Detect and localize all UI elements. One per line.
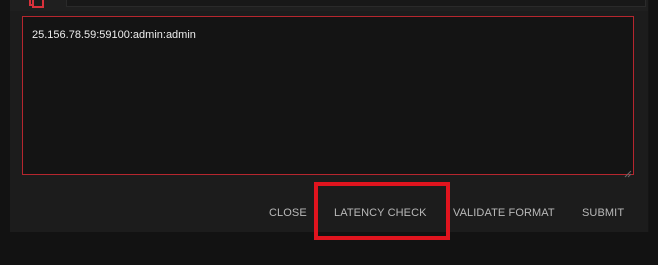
close-button[interactable]: CLOSE bbox=[269, 205, 307, 221]
submit-button[interactable]: SUBMIT bbox=[582, 205, 624, 221]
highlight-annotation-box bbox=[314, 182, 450, 240]
header-field bbox=[66, 0, 646, 7]
resize-grip-icon[interactable] bbox=[624, 165, 632, 178]
document-icon bbox=[28, 0, 44, 8]
validate-format-button[interactable]: VALIDATE FORMAT bbox=[453, 205, 555, 221]
proxy-list-textarea[interactable]: 25.156.78.59:59100:admin:admin bbox=[23, 17, 633, 174]
proxy-list-field-container: 25.156.78.59:59100:admin:admin bbox=[22, 16, 634, 178]
